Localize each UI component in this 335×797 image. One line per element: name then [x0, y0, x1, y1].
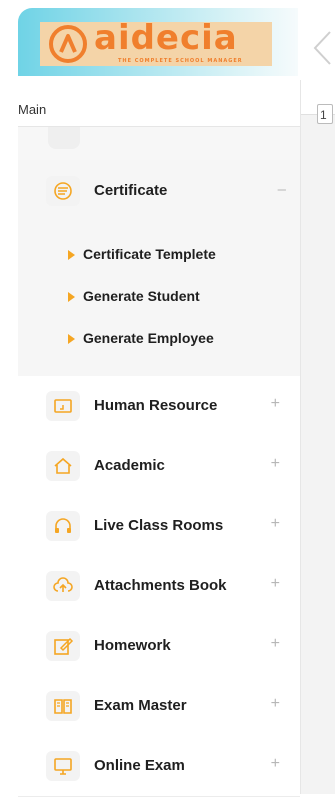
sidebar-item-certificate[interactable]: Certificate [94, 182, 167, 199]
submenu-certificate-templete[interactable]: Certificate Templete [68, 246, 216, 262]
cloud-upload-icon [46, 571, 80, 601]
brand-tagline: THE COMPLETE SCHOOL MANAGER [118, 58, 243, 64]
page-size-input[interactable]: 1 [317, 104, 333, 124]
sidebar-item-human-resource[interactable]: Human Resource + [18, 376, 300, 437]
book-icon [46, 691, 80, 721]
expand-toggle[interactable]: + [271, 395, 280, 413]
sidebar-item-homework[interactable]: Homework + [18, 616, 300, 677]
caret-right-icon [68, 250, 75, 261]
headphones-icon [46, 511, 80, 541]
expand-toggle[interactable]: + [271, 515, 280, 533]
app-header: aidecia THE COMPLETE SCHOOL MANAGER [0, 0, 335, 80]
expand-toggle[interactable]: + [271, 455, 280, 473]
item-label: Online Exam [94, 757, 185, 774]
expand-toggle[interactable]: + [271, 635, 280, 653]
edit-icon [46, 631, 80, 661]
item-label: Human Resource [94, 397, 218, 414]
sidebar-item-academic[interactable]: Academic + [18, 436, 300, 497]
item-label: Live Class Rooms [94, 517, 224, 534]
chevron-left-icon[interactable] [305, 28, 335, 68]
sidebar-item-exam-master[interactable]: Exam Master + [18, 676, 300, 737]
expand-toggle[interactable]: + [271, 755, 280, 773]
item-label: Attachments Book [94, 577, 227, 594]
brand-name: aidecia [94, 18, 238, 58]
item-label: Homework [94, 637, 171, 654]
item-label: Academic [94, 457, 165, 474]
partial-icon [48, 127, 80, 149]
sidebar-section-label: Main [18, 102, 47, 117]
collapse-toggle[interactable]: – [278, 181, 286, 198]
sidebar-item-partial[interactable] [18, 127, 300, 161]
sidebar-item-online-exam[interactable]: Online Exam + [18, 736, 300, 797]
sidebar-item-attachments-book[interactable]: Attachments Book + [18, 556, 300, 617]
expand-toggle[interactable]: + [271, 695, 280, 713]
home-icon [46, 451, 80, 481]
submenu-generate-student[interactable]: Generate Student [68, 288, 200, 304]
sidebar-group-certificate: Certificate – Certificate Templete Gener… [18, 160, 300, 377]
submenu-generate-employee[interactable]: Generate Employee [68, 330, 214, 346]
main-content [300, 80, 335, 794]
item-label: Exam Master [94, 697, 187, 714]
caret-right-icon [68, 334, 75, 345]
certificate-icon [46, 176, 80, 206]
logo-mark-icon [49, 25, 87, 63]
expand-toggle[interactable]: + [271, 575, 280, 593]
sidebar-item-live-class-rooms[interactable]: Live Class Rooms + [18, 496, 300, 557]
hr-icon [46, 391, 80, 421]
monitor-icon [46, 751, 80, 781]
caret-right-icon [68, 292, 75, 303]
